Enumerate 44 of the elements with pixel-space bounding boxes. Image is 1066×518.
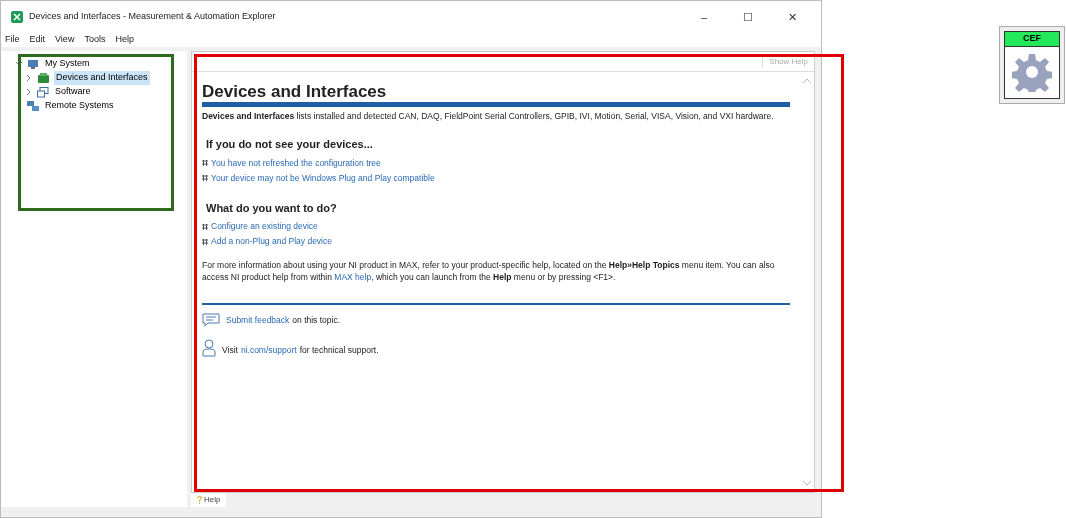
gear-icon bbox=[1012, 52, 1052, 93]
grid-icon bbox=[202, 238, 208, 245]
window-icon bbox=[37, 86, 49, 98]
help-link[interactable]: Add a non-Plug and Play device bbox=[211, 235, 332, 248]
menu-item[interactable]: File bbox=[5, 33, 20, 47]
intro-text: Devices and Interfaces lists installed and detected CAN, DAQ, FieldPoint Serial Controllers, GPIB, IVI, Motion, Serial, VISA, Vision, and VXI hardware. bbox=[202, 110, 775, 122]
grid-icon bbox=[202, 160, 208, 166]
help-link[interactable]: Configure an existing device bbox=[211, 220, 318, 233]
card-icon bbox=[37, 72, 50, 84]
tree-item[interactable]: Devices and Interfaces bbox=[54, 71, 150, 85]
menu-item[interactable]: Help bbox=[115, 33, 134, 47]
help-link[interactable]: Your device may not be Windows Plug and Play compatible bbox=[211, 171, 435, 185]
help-icon bbox=[197, 496, 202, 504]
window-control[interactable]: ☐ bbox=[729, 8, 767, 26]
tree-item[interactable]: Software bbox=[53, 85, 93, 99]
help-link[interactable]: You have not refreshed the configuration tree bbox=[211, 156, 381, 170]
window-control[interactable]: ✕ bbox=[773, 8, 811, 26]
chevron-right-icon[interactable] bbox=[25, 88, 33, 96]
section-heading: What do you want to do? bbox=[205, 200, 338, 216]
menu-item[interactable]: Tools bbox=[84, 33, 106, 47]
grid-icon bbox=[202, 175, 208, 181]
app-logo-icon bbox=[11, 11, 23, 23]
person-icon bbox=[202, 339, 216, 357]
tree-item[interactable]: My System bbox=[43, 57, 92, 71]
help-link[interactable]: ni.com/support bbox=[240, 344, 297, 357]
info-paragraph: For more information about using your NI product in MAX, refer to your product-specific help, located on the Help»Help Topics menu item. You can also access NI product help from within MAX help, which you can launch from the Help menu or by pressing <F1>. bbox=[202, 259, 776, 283]
network-icon bbox=[27, 100, 39, 112]
window-title: Devices and Interfaces - Measurement & Automation Explorer bbox=[29, 10, 277, 24]
footer-text: for technical support. bbox=[299, 344, 379, 357]
chevron-right-icon[interactable] bbox=[25, 74, 33, 82]
menu-item[interactable]: Edit bbox=[29, 33, 46, 47]
help-tab[interactable]: Help bbox=[191, 493, 227, 507]
speech-bubble-icon bbox=[202, 313, 220, 327]
window-control[interactable]: – bbox=[685, 8, 723, 26]
footer-text: Visit bbox=[222, 344, 238, 357]
footer-text: on this topic. bbox=[292, 314, 341, 327]
badge-label: CEF bbox=[1005, 32, 1059, 47]
grid-icon bbox=[202, 223, 208, 230]
help-link[interactable]: Submit feedback bbox=[226, 314, 290, 327]
tree-item[interactable]: Remote Systems bbox=[43, 99, 116, 113]
menu-item[interactable]: View bbox=[55, 33, 75, 47]
section-heading: If you do not see your devices... bbox=[205, 137, 374, 152]
computer-icon bbox=[27, 58, 39, 70]
help-title: Devices and Interfaces bbox=[202, 82, 388, 102]
